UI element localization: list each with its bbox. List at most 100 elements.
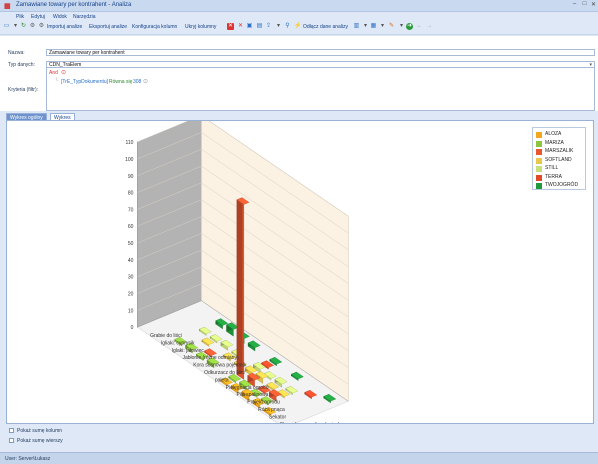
table-icon[interactable]: ▦: [370, 23, 377, 30]
refresh-icon[interactable]: ↻: [20, 23, 27, 30]
legend-label: TWOJOGRÓD: [545, 182, 579, 188]
category-label: Sekator: [269, 414, 287, 420]
menu-item-edytuj[interactable]: Edytuj: [31, 14, 45, 20]
legend-label: SOFTLAND: [545, 156, 572, 163]
criteria-field[interactable]: [TrE_TypDokumentu]: [61, 79, 108, 85]
type-label: Typ danych:: [8, 62, 35, 68]
back-icon[interactable]: ←: [416, 23, 423, 30]
y-tick-label: 20: [128, 291, 134, 297]
chart-legend: ALOZA MARIZA MARSZALIK SOFTLAND STILL TERRA TW…: [532, 127, 586, 190]
chart-area: 0 10 20 30 40 50 60 70 80 90 100 110 Grabie do liści…: [6, 120, 594, 424]
y-tick-label: 40: [128, 258, 134, 264]
legend-swatch: [536, 149, 542, 155]
new-icon[interactable]: ▭: [3, 23, 10, 30]
delete-icon[interactable]: ✕: [227, 23, 234, 30]
legend-swatch: [536, 174, 542, 181]
filter-icon[interactable]: ▾: [275, 23, 282, 30]
save-icon[interactable]: ▣: [246, 23, 253, 30]
y-tick-label: 70: [128, 207, 134, 213]
export-analysis-button[interactable]: Eksportuj analize: [89, 23, 127, 31]
sum-columns-label: Pokaż sumę kolumn: [17, 428, 63, 434]
toolbar: ▭ ▾ ↻ ⚙ ⚙ Importuj analize Eksportuj ana…: [0, 21, 598, 35]
export-icon[interactable]: ⇪: [265, 23, 272, 30]
criteria-and[interactable]: And: [49, 70, 58, 76]
legend-swatch: [536, 132, 542, 138]
analysis-app-icon: ▦: [4, 3, 11, 10]
legend-swatch: [536, 183, 542, 189]
remove-condition-icon[interactable]: ⊙: [143, 78, 148, 85]
sum-columns-checkbox[interactable]: [9, 428, 14, 433]
detach-icon[interactable]: ⚡: [294, 23, 301, 30]
menu-bar: Plik Edytuj Widok Narzędzia: [0, 12, 598, 21]
y-tick-label: 50: [128, 241, 134, 247]
y-tick-label: 60: [128, 224, 134, 230]
y-tick-label: 0: [131, 325, 134, 331]
y-tick-label: 90: [128, 174, 134, 180]
options-panel: Pokaż sumę kolumn Pokaż sumę wierszy: [0, 425, 598, 451]
legend-swatch: [536, 166, 542, 172]
category-label: Jabłonie (różne odmiany): [182, 355, 238, 361]
legend-label: MARSZALIK: [545, 148, 574, 154]
settings-icon[interactable]: ⚙: [29, 23, 36, 30]
dropdown-icon[interactable]: ▾: [12, 23, 19, 30]
print-icon[interactable]: ▤: [256, 23, 263, 30]
y-tick-label: 80: [128, 191, 134, 197]
legend-label: MARIZA: [545, 139, 564, 146]
menu-item-widok[interactable]: Widok: [53, 14, 67, 20]
sum-rows-label: Pokaż sumę wierszy: [17, 438, 63, 444]
legend-label: TERRA: [545, 173, 562, 180]
category-label: Odkurzacz do liści: [204, 370, 245, 376]
legend-swatch: [536, 140, 542, 147]
legend-label: STILL: [545, 165, 559, 171]
category-label: Róża pnąca: [258, 407, 285, 413]
y-tick-label: 100: [125, 157, 134, 163]
status-bar: User: Server\Łukasz: [0, 452, 598, 464]
maximize-icon[interactable]: □: [580, 1, 589, 7]
category-label: Projekt ogrodu: [247, 400, 280, 406]
y-tick-label: 10: [128, 308, 134, 314]
category-label: Igliaki: cyprysik: [161, 340, 195, 346]
app-window: ▦ Zamawiane towary per kontrahent - Anal…: [0, 0, 598, 464]
chart-icon[interactable]: ▥: [353, 23, 360, 30]
configure-columns-button[interactable]: Konfiguracja kolumn: [132, 23, 177, 31]
legend-label: ALOZA: [545, 131, 562, 137]
chart-dropdown-icon[interactable]: ▾: [362, 23, 369, 30]
add-condition-icon[interactable]: ⊙: [61, 69, 66, 76]
import-icon[interactable]: ⚙: [38, 23, 45, 30]
tree-branch-icon: └: [55, 78, 59, 84]
status-user: User: Server\Łukasz: [5, 456, 51, 462]
bar-marszalik-side: [236, 197, 243, 375]
legend-swatch: [536, 157, 542, 164]
detach-data-button[interactable]: Odłącz dane analizy: [303, 23, 348, 31]
import-analysis-button[interactable]: Importuj analize: [47, 23, 82, 31]
category-label: paleta: [215, 377, 229, 383]
menu-item-narzedzia[interactable]: Narzędzia: [73, 14, 96, 20]
paint-dropdown-icon[interactable]: ▾: [398, 23, 405, 30]
link-icon[interactable]: ⚲: [284, 23, 291, 30]
name-field[interactable]: Zamawiane towary per kontrahent: [46, 49, 595, 56]
criteria-box[interactable]: And ⊙ └ [TrE_TypDokumentu] Równa się 308…: [46, 67, 595, 111]
y-tick-label: 30: [128, 275, 134, 281]
cancel-icon[interactable]: ✕: [237, 23, 244, 30]
y-tick-label: 110: [125, 140, 133, 146]
title-bar: ▦ Zamawiane towary per kontrahent - Anal…: [0, 0, 598, 12]
paint-icon[interactable]: ✎: [388, 23, 395, 30]
category-label: Grabie do liści: [150, 333, 182, 339]
sum-rows-checkbox[interactable]: [9, 438, 14, 443]
category-label: Kora sosnowa pojemnik: [193, 363, 247, 369]
forward-icon[interactable]: →: [426, 23, 433, 30]
hide-columns-button[interactable]: Ukryj kolumny: [185, 23, 216, 31]
name-label: Nazwa:: [8, 50, 25, 56]
menu-item-plik[interactable]: Plik: [16, 14, 24, 20]
go-icon[interactable]: ➜: [406, 23, 413, 30]
criteria-value[interactable]: 308: [133, 79, 141, 85]
category-label: Iglaki: jałowiec: [172, 348, 205, 354]
criteria-operator[interactable]: Równa się: [109, 79, 132, 85]
close-icon[interactable]: ✕: [589, 1, 598, 8]
category-label: Piła spalinowa: [236, 392, 268, 398]
minimize-icon[interactable]: –: [570, 1, 579, 7]
window-title: Zamawiane towary per kontrahent - Analiz…: [16, 2, 132, 8]
chart-left-wall: [137, 121, 202, 328]
table-dropdown-icon[interactable]: ▾: [379, 23, 386, 30]
criteria-label: Kryteria (filtr):: [8, 87, 38, 93]
